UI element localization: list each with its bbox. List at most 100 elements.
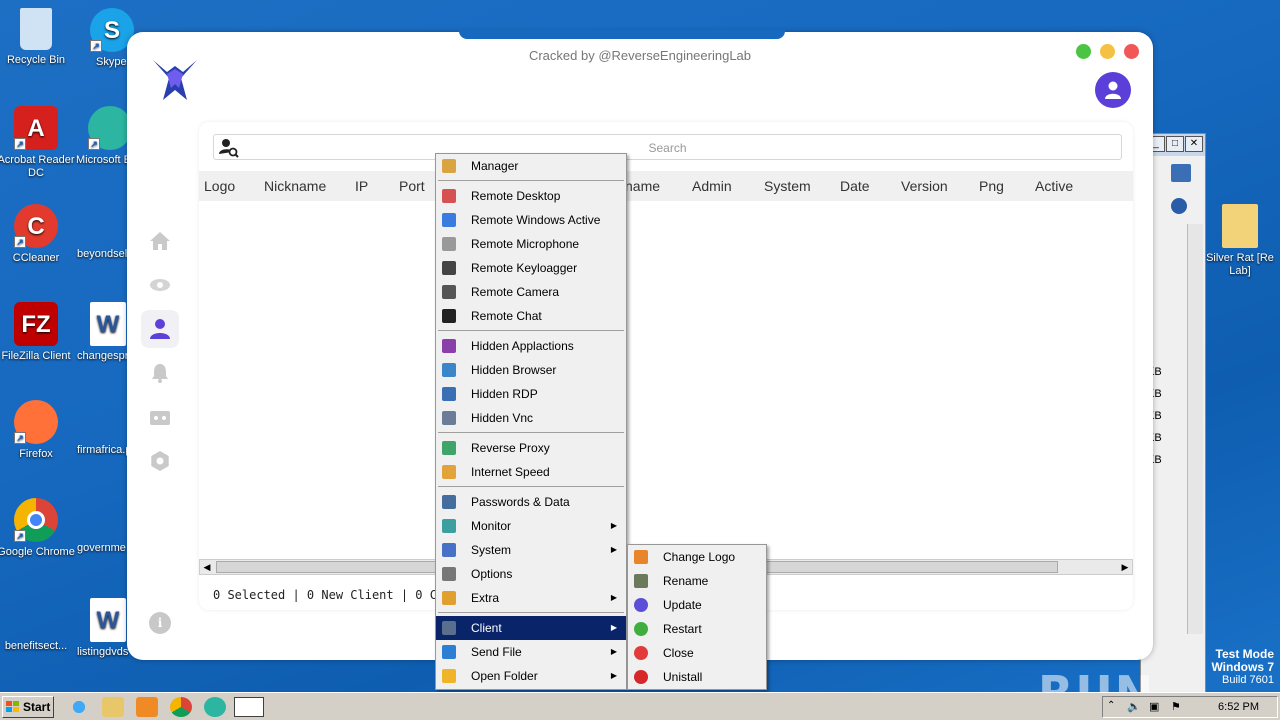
column-version[interactable]: Version bbox=[901, 178, 948, 194]
explorer-taskbar-icon[interactable] bbox=[102, 697, 124, 717]
column-system[interactable]: System bbox=[764, 178, 811, 194]
submenu-item-label: Close bbox=[663, 646, 694, 660]
help-icon[interactable] bbox=[1171, 198, 1187, 214]
chrome-taskbar-icon[interactable] bbox=[170, 697, 192, 717]
column-name[interactable]: name bbox=[625, 178, 660, 194]
submenu-item-rename[interactable]: Rename bbox=[628, 569, 766, 593]
desktop-icon-chrome[interactable]: ↗ Google Chrome bbox=[0, 498, 76, 559]
desktop-icon-beyondsele[interactable]: beyondsele bbox=[72, 248, 132, 261]
menu-item-hidden-rdp[interactable]: Hidden RDP bbox=[436, 382, 626, 406]
desktop-icon-label: CCleaner bbox=[12, 252, 60, 264]
edge-taskbar-icon[interactable] bbox=[204, 697, 226, 717]
menu-item-remote-microphone[interactable]: Remote Microphone bbox=[436, 232, 626, 256]
menu-item-client[interactable]: Client ▶ bbox=[436, 616, 626, 640]
monitor-icon bbox=[442, 519, 456, 533]
submenu-item-unistall[interactable]: Unistall bbox=[628, 665, 766, 689]
menu-item-monitor[interactable]: Monitor ▶ bbox=[436, 514, 626, 538]
desktop-icon-recycle-bin[interactable]: Recycle Bin bbox=[0, 8, 76, 67]
search-icon[interactable] bbox=[1171, 164, 1191, 182]
desktop-icon-governme[interactable]: governme bbox=[72, 542, 132, 555]
menu-item-manager[interactable]: Manager bbox=[436, 154, 626, 178]
desktop-icon-skype[interactable]: S ↗ Skype bbox=[72, 8, 134, 69]
desktop-icon-listingdvds[interactable]: W listingdvds bbox=[72, 598, 132, 659]
menu-item-open-folder[interactable]: Open Folder ▶ bbox=[436, 664, 626, 688]
menu-item-hidden-browser[interactable]: Hidden Browser bbox=[436, 358, 626, 382]
close-icon[interactable]: ✕ bbox=[1185, 136, 1203, 152]
account-avatar[interactable] bbox=[1095, 72, 1131, 108]
desktop-icon-firefox[interactable]: ↗ Firefox bbox=[0, 400, 76, 461]
search-input[interactable]: Search bbox=[213, 134, 1122, 160]
sidebar-builder[interactable] bbox=[141, 398, 179, 436]
submenu-item-label: Restart bbox=[663, 622, 702, 636]
sidebar-home[interactable] bbox=[141, 222, 179, 260]
maximize-button[interactable] bbox=[1076, 44, 1091, 59]
sidebar-notifications[interactable] bbox=[141, 354, 179, 392]
sidebar-eye[interactable] bbox=[141, 266, 179, 304]
menu-item-send-file[interactable]: Send File ▶ bbox=[436, 640, 626, 664]
menu-item-remote-chat[interactable]: Remote Chat bbox=[436, 304, 626, 328]
column-nickname[interactable]: Nickname bbox=[264, 178, 326, 194]
volume-icon[interactable]: 🔈 bbox=[1127, 700, 1141, 713]
network-icon[interactable]: ▣ bbox=[1149, 700, 1159, 713]
menu-item-passwords-data[interactable]: Passwords & Data bbox=[436, 490, 626, 514]
menu-item-remote-windows-active[interactable]: Remote Windows Active bbox=[436, 208, 626, 232]
desktop-icon-firmafrica[interactable]: firmafrica.p bbox=[72, 444, 132, 457]
submenu-item-update[interactable]: Update bbox=[628, 593, 766, 617]
info-icon[interactable]: i bbox=[149, 612, 171, 634]
submenu-item-restart[interactable]: Restart bbox=[628, 617, 766, 641]
menu-item-label: Remote Chat bbox=[471, 309, 542, 323]
vertical-scrollbar[interactable] bbox=[1187, 224, 1203, 634]
ie-taskbar-icon[interactable] bbox=[68, 697, 90, 717]
menu-item-extra[interactable]: Extra ▶ bbox=[436, 586, 626, 610]
menu-item-hidden-vnc[interactable]: Hidden Vnc bbox=[436, 406, 626, 430]
submenu-item-change-logo[interactable]: Change Logo bbox=[628, 545, 766, 569]
desktop-icon-ccleaner[interactable]: C ↗ CCleaner bbox=[0, 204, 76, 265]
column-active[interactable]: Active bbox=[1035, 178, 1073, 194]
sidebar-clients[interactable] bbox=[141, 310, 179, 348]
desktop-icon-changespro[interactable]: W changespro bbox=[72, 302, 132, 363]
menu-item-hidden-applactions[interactable]: Hidden Applactions bbox=[436, 334, 626, 358]
app-taskbar-button[interactable] bbox=[234, 697, 264, 717]
flag-icon[interactable]: ⚑ bbox=[1171, 700, 1181, 713]
submenu-arrow-icon: ▶ bbox=[610, 647, 617, 656]
column-ip[interactable]: IP bbox=[355, 178, 368, 194]
menu-item-internet-speed[interactable]: Internet Speed bbox=[436, 460, 626, 484]
chrome-icon: ↗ bbox=[14, 498, 58, 542]
maximize-icon[interactable]: □ bbox=[1166, 136, 1184, 152]
chevron-up-icon[interactable]: ⌃ bbox=[1107, 700, 1115, 711]
media-taskbar-icon[interactable] bbox=[136, 697, 158, 717]
submenu-arrow-icon: ▶ bbox=[610, 671, 617, 680]
menu-item-system[interactable]: System ▶ bbox=[436, 538, 626, 562]
column-date[interactable]: Date bbox=[840, 178, 870, 194]
menu-item-remote-keyloagger[interactable]: Remote Keyloagger bbox=[436, 256, 626, 280]
desktop-icon-edge[interactable]: ↗ Microsoft E bbox=[72, 106, 132, 167]
desktop-icon-silver-rat[interactable]: Silver Rat [Re Lab] bbox=[1200, 204, 1280, 278]
column-png[interactable]: Png bbox=[979, 178, 1004, 194]
menu-item-remote-desktop[interactable]: Remote Desktop bbox=[436, 184, 626, 208]
desktop-icon-label: firmafrica.p bbox=[77, 444, 132, 456]
close-button[interactable] bbox=[1124, 44, 1139, 59]
desktop-icon-benefitsect[interactable]: benefitsect... bbox=[0, 640, 76, 653]
image-icon bbox=[634, 550, 648, 564]
sendfile-icon bbox=[442, 645, 456, 659]
column-port[interactable]: Port bbox=[399, 178, 425, 194]
submenu-item-close[interactable]: Close bbox=[628, 641, 766, 665]
desktop-icon-filezilla[interactable]: FZ FileZilla Client bbox=[0, 302, 76, 363]
menu-item-label: Remote Windows Active bbox=[471, 213, 601, 227]
scroll-right-arrow[interactable]: ▶ bbox=[1118, 561, 1132, 573]
desktop-icon-acrobat[interactable]: A ↗ Acrobat Reader DC bbox=[0, 106, 76, 180]
scroll-left-arrow[interactable]: ◀ bbox=[200, 561, 214, 573]
windows-icon bbox=[442, 213, 456, 227]
menu-item-reverse-proxy[interactable]: Reverse Proxy bbox=[436, 436, 626, 460]
menu-item-label: Remote Microphone bbox=[471, 237, 580, 251]
menu-item-remote-camera[interactable]: Remote Camera bbox=[436, 280, 626, 304]
start-button[interactable]: Start bbox=[2, 696, 54, 718]
user-icon bbox=[1105, 81, 1121, 99]
menu-item-options[interactable]: Options bbox=[436, 562, 626, 586]
sidebar-settings[interactable] bbox=[141, 442, 179, 480]
minimize-button[interactable] bbox=[1100, 44, 1115, 59]
clock[interactable]: 6:52 PM bbox=[1218, 701, 1259, 713]
settings-icon bbox=[151, 451, 169, 471]
column-admin[interactable]: Admin bbox=[692, 178, 732, 194]
column-logo[interactable]: Logo bbox=[204, 178, 235, 194]
